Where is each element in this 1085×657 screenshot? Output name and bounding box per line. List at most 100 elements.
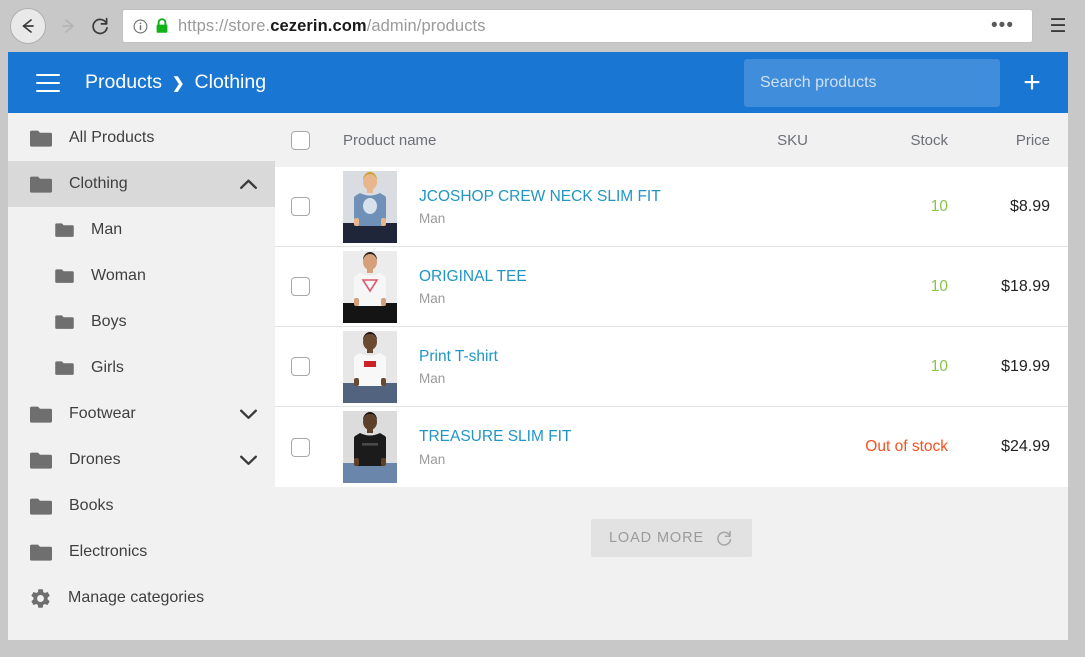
product-category-label: Man	[419, 211, 446, 227]
table-row[interactable]: TREASURE SLIM FIT Man Out of stock $24.99	[275, 407, 1068, 487]
folder-icon	[54, 268, 75, 284]
reload-icon	[91, 17, 108, 34]
category-sidebar: All Products Clothing Man Woman Boys Girls Foo…	[8, 113, 275, 640]
column-header-name[interactable]: Product name	[343, 132, 688, 149]
sidebar-item-label: Manage categories	[68, 589, 205, 606]
table-row[interactable]: JCOSHOP CREW NECK SLIM FIT Man 10 $8.99	[275, 167, 1068, 247]
product-stock-cell: 10	[930, 357, 948, 375]
product-price-cell: $8.99	[1009, 197, 1050, 215]
search-input[interactable]	[744, 58, 1000, 107]
product-name-link[interactable]: TREASURE SLIM FIT	[419, 427, 571, 448]
product-name-link[interactable]: Print T-shirt	[419, 347, 498, 368]
forward-button[interactable]	[52, 10, 84, 42]
browser-menu-button[interactable]: ☰	[1041, 9, 1075, 43]
select-all-cell[interactable]	[291, 130, 343, 150]
select-all-checkbox[interactable]	[291, 130, 310, 150]
row-select-cell[interactable]	[291, 277, 343, 296]
load-more-label: LOAD MORE	[608, 530, 705, 546]
folder-icon	[30, 406, 52, 423]
browser-nav-buttons	[0, 8, 116, 44]
folder-icon	[29, 405, 53, 424]
row-checkbox[interactable]	[291, 437, 310, 457]
product-name-link[interactable]: JCOSHOP CREW NECK SLIM FIT	[419, 187, 661, 208]
forward-arrow-icon	[62, 19, 74, 33]
row-select-cell[interactable]	[291, 357, 343, 376]
row-select-cell[interactable]	[291, 437, 343, 457]
breadcrumb: Products ❯ Clothing	[85, 71, 266, 94]
folder-icon	[30, 130, 52, 147]
gear-icon	[29, 587, 52, 610]
sidebar-item-woman[interactable]: Woman	[8, 253, 275, 299]
product-name-cell: ORIGINAL TEE Man	[343, 250, 688, 323]
reload-button[interactable]	[84, 10, 116, 42]
back-button[interactable]	[10, 8, 46, 44]
sidebar-item-label: Woman	[91, 267, 146, 284]
sidebar-item-electronics[interactable]: Electronics	[8, 529, 275, 575]
chevron-up-icon	[240, 179, 257, 189]
expand-toggle-footwear[interactable]	[240, 409, 257, 420]
product-price-cell: $19.99	[1001, 357, 1050, 375]
column-header-stock[interactable]: Stock	[808, 132, 948, 149]
product-thumbnail	[343, 411, 397, 483]
sidebar-item-label: Books	[69, 497, 114, 514]
hamburger-menu-icon[interactable]	[36, 73, 60, 92]
product-name-cell: Print T-shirt Man	[343, 330, 688, 403]
folder-icon	[29, 175, 53, 194]
page-actions-button[interactable]: •••	[983, 16, 1022, 35]
page-content: All Products Clothing Man Woman Boys Girls Foo…	[8, 113, 1068, 640]
table-row[interactable]: ORIGINAL TEE Man 10 $18.99	[275, 247, 1068, 327]
sidebar-item-manage-categories[interactable]: Manage categories	[8, 575, 275, 621]
product-rows: JCOSHOP CREW NECK SLIM FIT Man 10 $8.99 ORIG…	[275, 167, 1068, 487]
column-header-sku[interactable]: SKU	[688, 132, 808, 149]
sidebar-item-man[interactable]: Man	[8, 207, 275, 253]
folder-icon	[30, 544, 52, 561]
sidebar-item-boys[interactable]: Boys	[8, 299, 275, 345]
sidebar-item-all-products[interactable]: All Products	[8, 115, 275, 161]
url-host: cezerin.com	[270, 16, 367, 35]
chevron-down-icon	[240, 409, 257, 419]
table-row[interactable]: Print T-shirt Man 10 $19.99	[275, 327, 1068, 407]
folder-icon	[29, 451, 53, 470]
sidebar-item-books[interactable]: Books	[8, 483, 275, 529]
add-product-button[interactable]: +	[1004, 55, 1060, 111]
product-thumbnail	[343, 250, 397, 323]
product-stock-cell: 10	[930, 277, 948, 295]
folder-icon	[29, 497, 53, 516]
expand-toggle-drones[interactable]	[240, 455, 257, 466]
address-bar[interactable]: https://store.cezerin.com/admin/products…	[122, 9, 1033, 43]
sidebar-item-label: Footwear	[69, 405, 136, 422]
table-header-row: Product name SKU Stock Price	[275, 113, 1068, 167]
sidebar-item-drones[interactable]: Drones	[8, 437, 275, 483]
folder-icon	[29, 129, 53, 148]
url-path: /admin/products	[366, 16, 486, 35]
sidebar-item-label: Man	[91, 221, 123, 238]
load-more-button[interactable]: LOAD MORE	[590, 519, 753, 557]
folder-icon	[29, 543, 53, 562]
row-select-cell[interactable]	[291, 197, 343, 216]
product-price-cell: $18.99	[1001, 277, 1050, 295]
folder-icon	[55, 223, 74, 237]
product-name-cell: TREASURE SLIM FIT Man	[343, 411, 688, 483]
product-stock-cell: 10	[930, 197, 948, 215]
product-thumbnail	[343, 330, 397, 403]
sidebar-item-footwear[interactable]: Footwear	[8, 391, 275, 437]
refresh-icon	[717, 530, 732, 546]
product-stock-cell: Out of stock	[865, 438, 948, 455]
row-checkbox[interactable]	[291, 357, 310, 376]
page-info-icon[interactable]	[133, 19, 148, 34]
expand-toggle-clothing[interactable]	[240, 179, 257, 190]
column-header-price[interactable]: Price	[948, 132, 1068, 149]
product-name-link[interactable]: ORIGINAL TEE	[419, 267, 527, 288]
sidebar-item-girls[interactable]: Girls	[8, 345, 275, 391]
product-name-cell: JCOSHOP CREW NECK SLIM FIT Man	[343, 170, 688, 243]
product-category-label: Man	[419, 371, 446, 387]
folder-icon	[54, 222, 75, 238]
app-header-actions: +	[744, 55, 1068, 111]
row-checkbox[interactable]	[291, 197, 310, 216]
url-prefix: https://store.	[178, 16, 271, 35]
product-category-label: Man	[419, 451, 446, 467]
breadcrumb-current[interactable]: Clothing	[195, 71, 267, 94]
sidebar-item-clothing[interactable]: Clothing	[8, 161, 275, 207]
breadcrumb-root[interactable]: Products	[85, 71, 162, 94]
row-checkbox[interactable]	[291, 277, 310, 296]
